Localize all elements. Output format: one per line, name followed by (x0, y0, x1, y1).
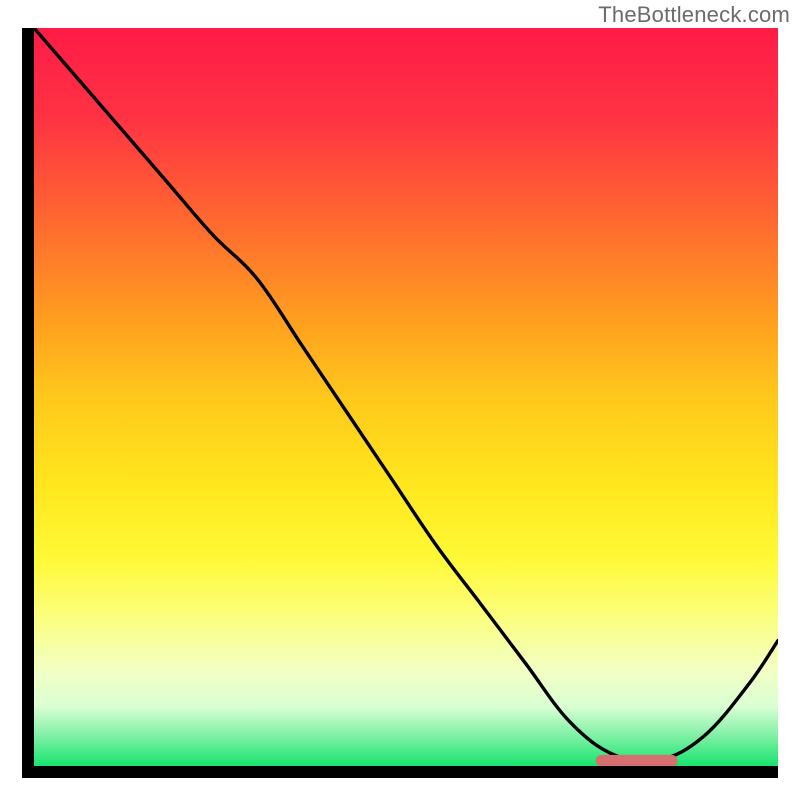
plot-area (34, 28, 778, 766)
optimal-marker (596, 755, 678, 766)
gradient-background (34, 28, 778, 766)
plot-svg (34, 28, 778, 766)
watermark-text: TheBottleneck.com (598, 2, 790, 28)
chart-container: TheBottleneck.com (0, 0, 800, 800)
